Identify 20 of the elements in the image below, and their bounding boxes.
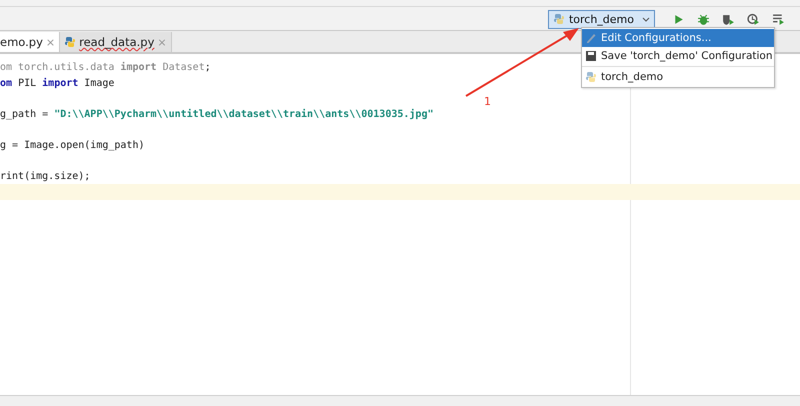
clock-run-icon[interactable]	[747, 12, 760, 26]
run-configuration-dropdown[interactable]: torch_demo	[548, 10, 655, 28]
shield-run-icon[interactable]	[722, 12, 735, 26]
python-icon	[64, 36, 76, 48]
code-line: g = Image.open(img_path)	[0, 140, 144, 150]
annotation-label: 1	[484, 95, 491, 108]
menu-item[interactable]: torch_demo	[582, 68, 774, 86]
code-line: om PIL import Image	[0, 78, 114, 88]
menu-item[interactable]: Edit Configurations...	[582, 29, 774, 47]
python-icon	[585, 71, 597, 83]
caret-icon	[642, 16, 650, 22]
code-line: rint(img.size);	[0, 170, 90, 182]
code-line: om torch.utils.data import Dataset;	[0, 62, 211, 73]
code-line: g_path = "D:\\APP\\Pycharm\\untitled\\dataset\\train\\ants\\0013035.jpg"	[0, 108, 434, 120]
list-run-icon[interactable]	[772, 12, 785, 26]
editor-tab[interactable]: read_data.py ×	[60, 32, 172, 52]
python-icon	[552, 13, 565, 25]
bug-icon[interactable]	[697, 12, 710, 26]
editor-tab[interactable]: emo.py ×	[0, 32, 60, 52]
menu-item[interactable]: Save 'torch_demo' Configuration	[582, 47, 774, 65]
